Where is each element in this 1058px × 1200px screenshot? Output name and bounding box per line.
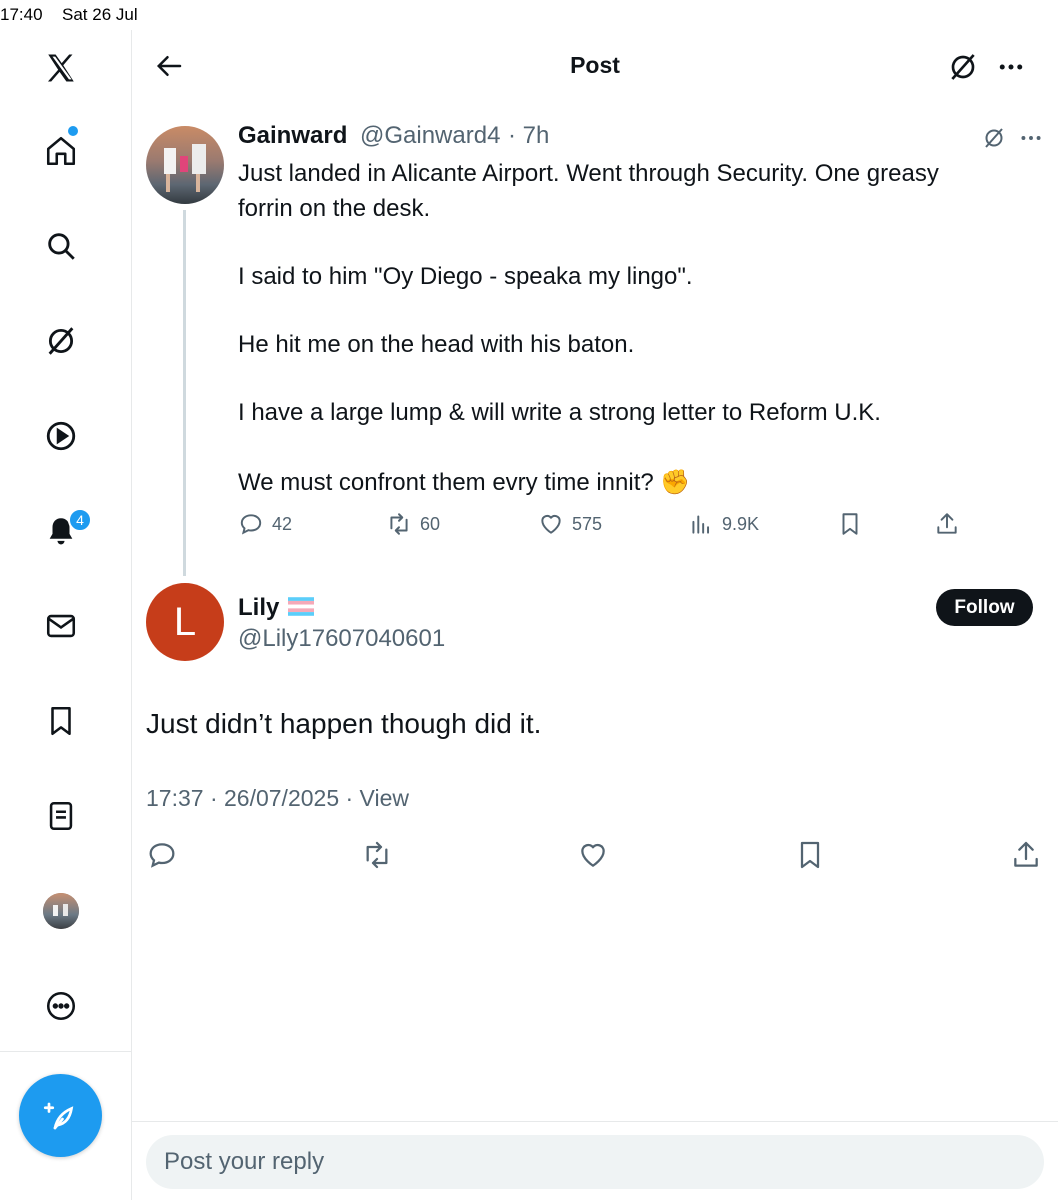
lists-icon[interactable]: [34, 789, 88, 843]
compose-feather-icon: [43, 1102, 73, 1129]
reply-icon: [149, 843, 175, 868]
post-text-line-2: forrin on the desk.: [238, 195, 431, 222]
post-time: · 7h: [508, 122, 550, 149]
reply-author-name[interactable]: Lily: [238, 594, 315, 622]
home-notification-dot: [68, 126, 78, 136]
views-count: 9.9K: [722, 513, 760, 534]
share-action[interactable]: [934, 511, 968, 537]
post-more-icon[interactable]: [1016, 124, 1046, 152]
gainward-avatar[interactable]: [146, 126, 224, 204]
notification-badge: 4: [68, 508, 92, 532]
sidebar: 4: [0, 30, 132, 1200]
reply-button[interactable]: [142, 835, 182, 875]
bookmark-button[interactable]: [790, 835, 830, 875]
page-title: Post: [570, 52, 620, 78]
x-logo-icon[interactable]: [34, 41, 88, 95]
share-icon: [1014, 841, 1038, 867]
repost-button[interactable]: [357, 835, 397, 875]
grok-icon[interactable]: [34, 314, 88, 368]
repost-icon: [366, 841, 388, 869]
share-button[interactable]: [1006, 835, 1046, 875]
bookmarks-icon[interactable]: [34, 694, 88, 748]
post-text-line-5: I have a large lump & will write a stron…: [238, 399, 881, 426]
lily-avatar[interactable]: L: [146, 583, 224, 661]
bookmark-icon: [842, 513, 858, 535]
thread-line: [183, 210, 186, 576]
profile-avatar[interactable]: [34, 884, 88, 938]
views-action[interactable]: 9.9K: [688, 511, 759, 537]
post-text-line-4: He hit me on the head with his baton.: [238, 331, 635, 358]
repost-count: 60: [420, 513, 441, 534]
like-action[interactable]: 575: [538, 511, 602, 537]
search-icon[interactable]: [34, 219, 88, 273]
home-icon[interactable]: [34, 124, 88, 178]
reply-text: Just didn’t happen though did it.: [146, 708, 542, 739]
back-arrow-icon[interactable]: [150, 46, 190, 86]
post-text-line-3: I said to him "Oy Diego - speaka my ling…: [238, 263, 693, 290]
post-text-line-1: Just landed in Alicante Airport. Went th…: [238, 160, 939, 187]
trans-flag-icon: [288, 597, 315, 616]
post-timestamp[interactable]: 17:37 · 26/07/2025 · View: [146, 785, 409, 812]
grok-header-icon[interactable]: [944, 48, 982, 86]
author-name[interactable]: Gainward: [238, 122, 347, 150]
more-icon[interactable]: [34, 979, 88, 1033]
status-time: 17:40: [0, 5, 43, 24]
reply-icon: [240, 514, 262, 535]
views-chart-icon: [692, 515, 710, 534]
reply-input[interactable]: Post your reply: [146, 1135, 1044, 1189]
sidebar-divider: [0, 1051, 132, 1052]
heart-icon: [581, 843, 605, 867]
heart-icon: [541, 514, 561, 534]
author-handle[interactable]: @Gainward4: [360, 122, 500, 150]
reply-action[interactable]: 42: [238, 511, 292, 537]
repost-icon: [390, 513, 408, 535]
bookmark-action[interactable]: [837, 511, 871, 537]
video-icon[interactable]: [34, 409, 88, 463]
like-count: 575: [572, 513, 603, 534]
reply-author-name-text: Lily: [238, 594, 280, 621]
like-button[interactable]: [573, 835, 613, 875]
post-text-line-6: We must confront them evry time innit? ✊: [238, 469, 691, 496]
share-icon: [937, 513, 957, 534]
grok-post-icon[interactable]: [980, 124, 1008, 152]
compose-button[interactable]: [19, 1074, 102, 1157]
follow-button[interactable]: Follow: [936, 589, 1033, 626]
repost-action[interactable]: 60: [386, 511, 440, 537]
status-date: Sat 26 Jul: [62, 5, 138, 24]
more-options-icon[interactable]: [992, 48, 1030, 86]
reply-author-handle[interactable]: @Lily17607040601: [238, 625, 445, 653]
messages-icon[interactable]: [34, 599, 88, 653]
reply-bar-divider: [132, 1121, 1058, 1122]
reply-count: 42: [272, 513, 293, 534]
bookmark-icon: [800, 841, 820, 869]
